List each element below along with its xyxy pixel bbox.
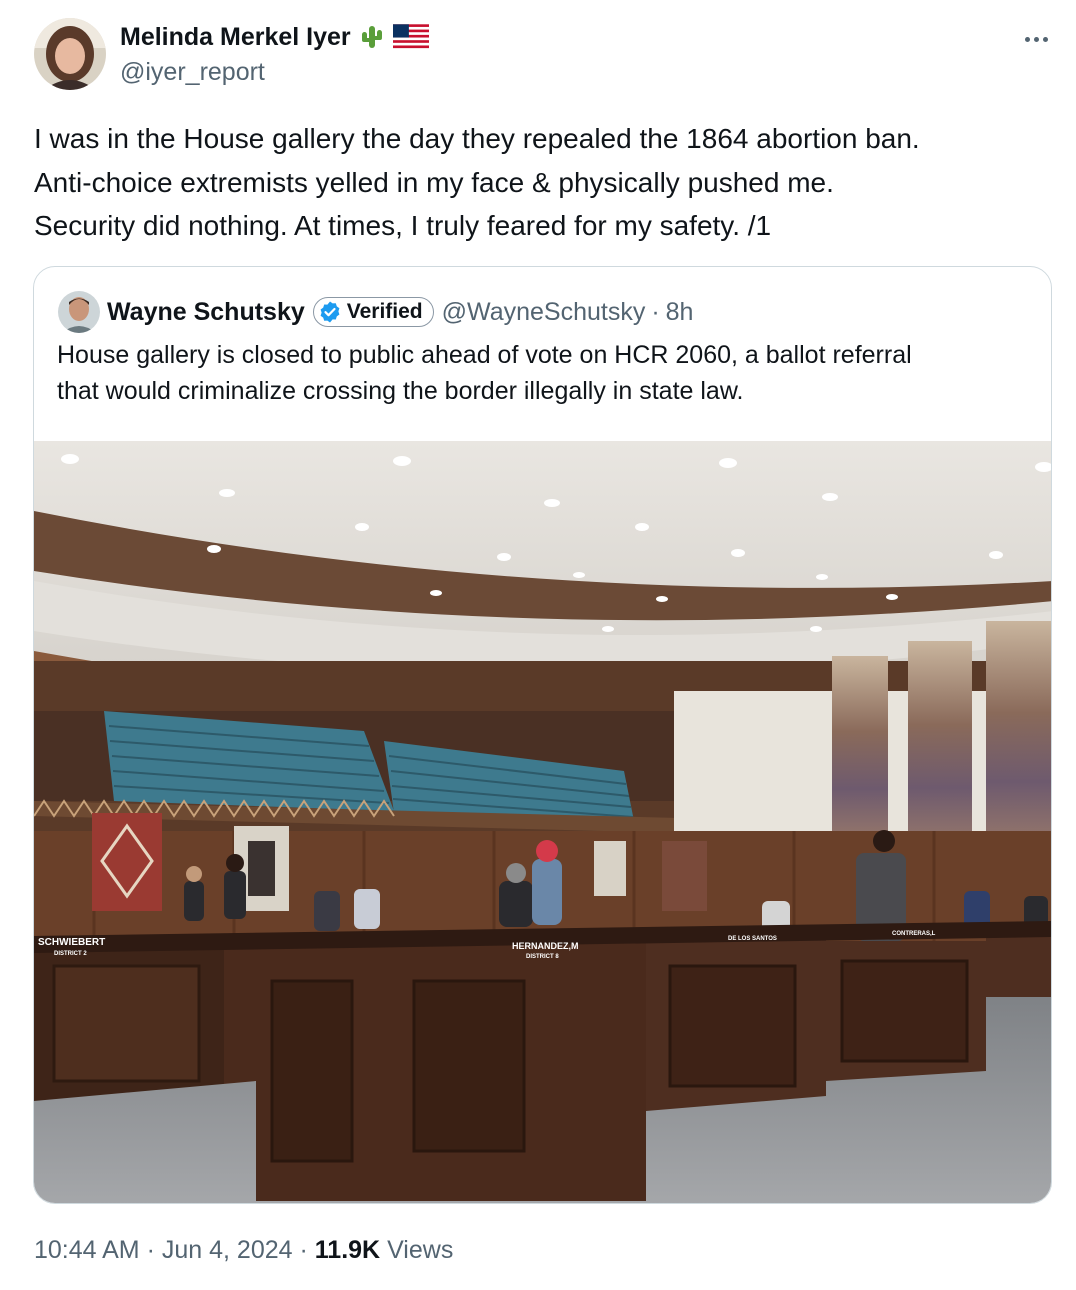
author-avatar[interactable] [34,18,106,90]
dot [1042,36,1048,42]
quoted-author-name[interactable]: Wayne Schutsky [107,298,305,327]
chamber-photo[interactable]: SCHWIEBERT DISTRICT 2 HERNANDEZ,M DISTRI… [34,441,1052,1204]
views-label: Views [387,1236,454,1264]
desk-label-district-2: DISTRICT 2 [54,951,87,957]
desk-label-hernandez: HERNANDEZ,M [512,941,579,951]
verified-label: Verified [346,300,423,323]
tweet-time[interactable]: 10:44 AM [34,1236,140,1264]
dot [1024,36,1030,42]
dot [1033,36,1039,42]
author-name[interactable]: Melinda Merkel Iyer [120,22,429,52]
meta-separator: · [651,297,660,326]
desk-label-contreras: CONTRERAS,L [892,931,936,937]
author-handle[interactable]: @iyer_report [120,58,265,87]
verified-check-icon [320,301,340,323]
author-name-text: Melinda Merkel Iyer [120,22,351,51]
quoted-tweet-text: House gallery is closed to public ahead … [57,341,912,405]
desk-label-schwiebert: SCHWIEBERT [38,937,105,948]
verified-badge[interactable]: Verified [312,297,434,327]
quoted-author-avatar[interactable] [58,291,100,333]
quoted-tweet-card[interactable]: Wayne Schutsky Verified @WayneSchutsky ·… [33,266,1052,1204]
desk-label-district-8: DISTRICT 8 [526,954,559,960]
avatar-image [34,18,106,90]
cactus-icon [361,26,382,48]
tweet-meta: 10:44 AM · Jun 4, 2024 · 11.9K Views [34,1236,453,1265]
more-options-icon[interactable] [1018,24,1054,54]
meta-separator: · [146,1236,155,1264]
avatar-image [58,291,100,333]
tweet-text: I was in the House gallery the day they … [34,123,920,241]
views-count[interactable]: 11.9K [315,1236,380,1264]
us-flag-icon [392,24,429,50]
desk-label-delossantos: DE LOS SANTOS [728,936,777,942]
quoted-tweet-age[interactable]: 8h [666,298,694,327]
meta-separator: · [299,1236,308,1264]
tweet-date[interactable]: Jun 4, 2024 [162,1236,293,1264]
quoted-author-handle[interactable]: @WayneSchutsky [442,298,646,327]
quoted-tweet-header: Wayne Schutsky Verified @WayneSchutsky ·… [107,295,693,329]
